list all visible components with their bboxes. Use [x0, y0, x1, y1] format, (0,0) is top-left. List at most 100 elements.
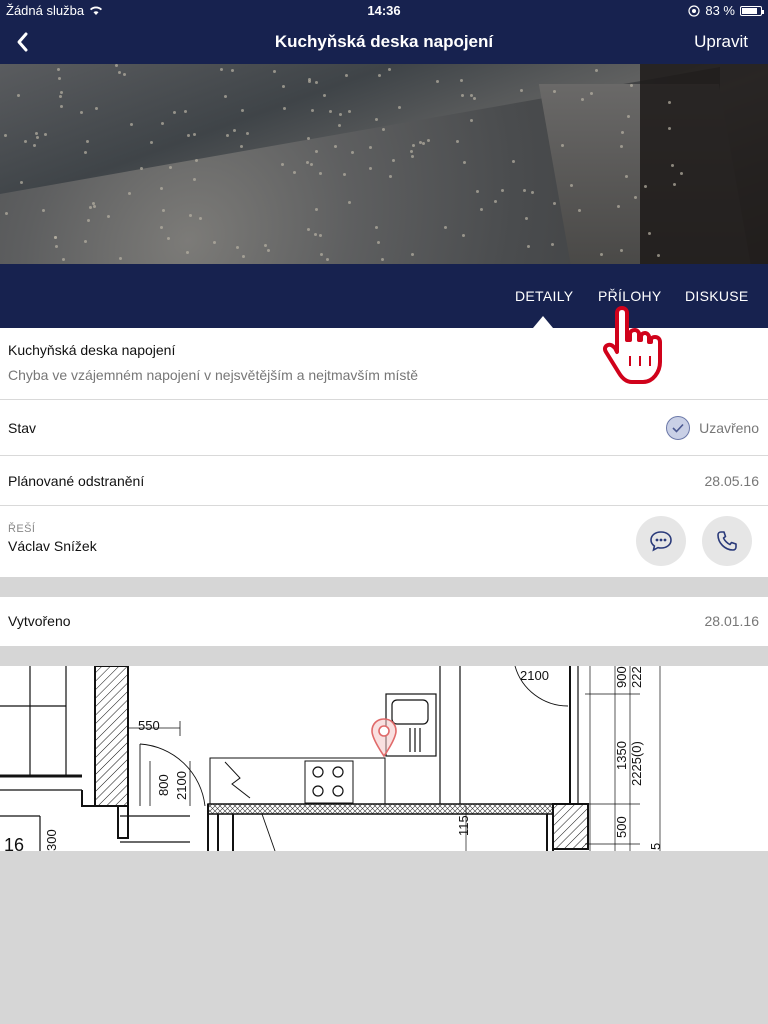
- assignee-label: ŘEŠÍ: [8, 523, 36, 535]
- granite-speck: [673, 183, 676, 186]
- granite-speck: [293, 171, 296, 174]
- status-label: Stav: [8, 420, 37, 436]
- granite-speck: [392, 159, 395, 162]
- granite-speck: [224, 95, 227, 98]
- granite-speck: [339, 113, 342, 116]
- granite-speck: [267, 249, 270, 252]
- granite-speck: [326, 258, 329, 261]
- tab-diskuse[interactable]: DISKUSE: [685, 288, 749, 304]
- granite-speck: [193, 133, 196, 136]
- granite-speck: [20, 181, 23, 184]
- granite-speck: [531, 191, 534, 194]
- location-pin-icon[interactable]: [369, 717, 399, 759]
- granite-speck: [436, 80, 439, 83]
- granite-speck: [671, 164, 674, 167]
- clock: 14:36: [367, 3, 401, 18]
- tap-hand-icon: [602, 306, 662, 384]
- granite-speck: [460, 79, 463, 82]
- granite-speck: [329, 110, 332, 113]
- granite-speck: [382, 128, 385, 131]
- dim-300: 300: [44, 829, 59, 851]
- granite-speck: [236, 246, 239, 249]
- granite-speck: [348, 110, 351, 113]
- granite-speck: [84, 240, 87, 243]
- granite-speck: [462, 234, 465, 237]
- assignee-row: ŘEŠÍ Václav Snížek: [0, 506, 768, 577]
- granite-speck: [494, 200, 497, 203]
- granite-speck: [160, 187, 163, 190]
- granite-speck: [512, 160, 515, 163]
- granite-speck: [55, 245, 58, 248]
- granite-speck: [264, 244, 267, 247]
- granite-speck: [343, 173, 346, 176]
- dim-2100-door: 2100: [174, 771, 189, 800]
- granite-speck: [89, 206, 92, 209]
- granite-speck: [630, 84, 633, 87]
- battery-percent: 83 %: [705, 3, 735, 18]
- granite-speck: [578, 209, 581, 212]
- dim-16: 16: [4, 835, 24, 851]
- granite-speck: [634, 196, 637, 199]
- granite-speck: [389, 175, 392, 178]
- granite-speck: [323, 94, 326, 97]
- granite-speck: [281, 163, 284, 166]
- dim-5: 5: [648, 843, 663, 850]
- granite-speck: [398, 106, 401, 109]
- granite-speck: [620, 249, 623, 252]
- granite-speck: [581, 98, 584, 101]
- granite-speck: [162, 209, 165, 212]
- granite-speck: [620, 145, 623, 148]
- granite-speck: [307, 228, 310, 231]
- granite-speck: [621, 131, 624, 134]
- granite-speck: [520, 89, 523, 92]
- hero-photo[interactable]: [0, 64, 768, 264]
- granite-speck: [470, 119, 473, 122]
- granite-speck: [231, 69, 234, 72]
- granite-speck: [461, 94, 464, 97]
- granite-speck: [240, 145, 243, 148]
- dim-2100-top: 2100: [520, 668, 549, 683]
- granite-speck: [226, 134, 229, 137]
- granite-speck: [5, 212, 8, 215]
- granite-speck: [422, 142, 425, 145]
- granite-speck: [600, 253, 603, 256]
- granite-speck: [625, 175, 628, 178]
- granite-speck: [627, 115, 630, 118]
- tab-prilohy[interactable]: PŘÍLOHY: [598, 288, 662, 304]
- granite-speck: [315, 81, 318, 84]
- granite-speck: [419, 141, 422, 144]
- status-value: Uzavřeno: [699, 420, 759, 436]
- battery-fill: [742, 7, 757, 14]
- granite-speck: [184, 110, 187, 113]
- granite-speck: [375, 226, 378, 229]
- dim-900: 900: [614, 666, 629, 688]
- dim-550: 550: [138, 718, 160, 733]
- granite-speck: [369, 146, 372, 149]
- granite-speck: [220, 68, 223, 71]
- planned-removal-date: 28.05.16: [704, 473, 760, 489]
- status-bar: Žádná služba 14:36 83 %: [0, 0, 768, 20]
- granite-speck: [657, 254, 660, 257]
- created-date: 28.01.16: [704, 613, 760, 629]
- page-title: Kuchyňská deska napojení: [274, 32, 494, 51]
- granite-speck: [193, 178, 196, 181]
- granite-speck: [80, 111, 83, 114]
- granite-speck: [242, 255, 245, 258]
- edit-button[interactable]: Upravit: [694, 32, 748, 52]
- call-button[interactable]: [702, 516, 752, 566]
- granite-speck: [187, 134, 190, 137]
- granite-speck: [553, 90, 556, 93]
- message-button[interactable]: [636, 516, 686, 566]
- granite-speck: [241, 109, 244, 112]
- granite-speck: [140, 167, 143, 170]
- granite-speck: [378, 74, 381, 77]
- created-section: Vytvořeno 28.01.16: [0, 597, 768, 646]
- tab-detaily[interactable]: DETAILY: [515, 288, 573, 304]
- granite-speck: [348, 201, 351, 204]
- granite-speck: [306, 161, 309, 164]
- granite-speck: [476, 190, 479, 193]
- orientation-lock-icon: [688, 4, 700, 17]
- granite-speck: [123, 73, 126, 76]
- granite-speck: [35, 132, 38, 135]
- granite-speck: [345, 74, 348, 77]
